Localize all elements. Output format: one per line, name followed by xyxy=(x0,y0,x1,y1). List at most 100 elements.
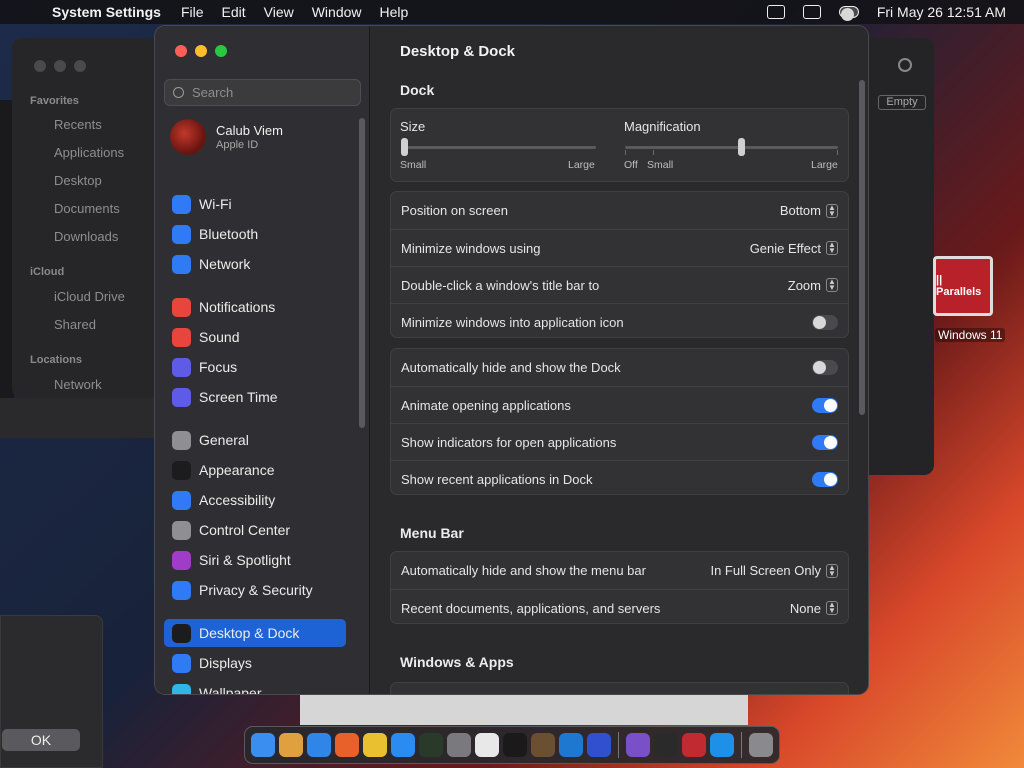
finder-item-documents[interactable]: Documents xyxy=(54,201,120,216)
ok-button[interactable]: OK xyxy=(2,729,80,751)
sidebar-item-label: Screen Time xyxy=(199,389,278,405)
appearance-icon xyxy=(172,460,191,480)
sidebar-item-focus[interactable]: Focus xyxy=(164,353,346,381)
firefox-icon[interactable] xyxy=(335,733,359,757)
setting-popup-button[interactable]: In Full Screen Only ▲ ▼ xyxy=(710,563,838,578)
setting-toggle[interactable] xyxy=(812,471,838,487)
account-name: Calub Viem xyxy=(216,123,283,138)
magnification-slider-track[interactable] xyxy=(625,146,838,149)
sidebar-item-wi-fi[interactable]: Wi-Fi xyxy=(164,190,346,218)
sidebar-item-general[interactable]: General xyxy=(164,426,346,454)
minimize-button[interactable] xyxy=(195,45,207,57)
trash-icon[interactable] xyxy=(749,733,773,757)
zoom-button[interactable] xyxy=(215,45,227,57)
window-switch-icon[interactable] xyxy=(802,5,821,19)
menu-view[interactable]: View xyxy=(264,4,294,20)
setting-popup-button[interactable]: None ▲ ▼ xyxy=(790,601,838,616)
parallels-icon[interactable] xyxy=(682,733,706,757)
menu-app-name[interactable]: System Settings xyxy=(52,4,161,20)
system-settings-icon[interactable] xyxy=(447,733,471,757)
sidebar-item-control-center[interactable]: Control Center xyxy=(164,516,346,544)
sidebar-toggle-icon[interactable] xyxy=(766,5,785,19)
finder-item-recents[interactable]: Recents xyxy=(54,117,102,132)
windows-icon[interactable] xyxy=(710,733,734,757)
app-store-icon[interactable] xyxy=(391,733,415,757)
terminal-like-icon[interactable] xyxy=(419,733,443,757)
size-slider-knob[interactable] xyxy=(401,138,408,156)
textedit-icon[interactable] xyxy=(475,733,499,757)
gear-icon xyxy=(172,430,191,450)
empty-button[interactable]: Empty xyxy=(878,95,926,110)
finder-icon[interactable] xyxy=(251,733,275,757)
sidebar-item-accessibility[interactable]: Accessibility xyxy=(164,486,346,514)
sidebar-item-appearance[interactable]: Appearance xyxy=(164,456,346,484)
size-min-label: Small xyxy=(400,159,427,171)
magnification-slider-knob[interactable] xyxy=(738,138,746,156)
sidebar-item-desktop-dock[interactable]: Desktop & Dock xyxy=(164,619,346,647)
terminal-icon[interactable] xyxy=(503,733,527,757)
blue-square-icon[interactable] xyxy=(587,733,611,757)
vscode-icon[interactable] xyxy=(559,733,583,757)
search-icon[interactable] xyxy=(898,58,912,72)
size-slider-track[interactable] xyxy=(401,146,596,149)
sidebar-item-siri-spotlight[interactable]: Siri & Spotlight xyxy=(164,546,346,574)
avatar xyxy=(170,119,206,155)
parallels-vm-label[interactable]: Windows 11 xyxy=(935,328,1006,342)
setting-popup-button[interactable]: Bottom ▲ ▼ xyxy=(780,203,838,218)
close-button[interactable] xyxy=(175,45,187,57)
finder-item-downloads[interactable]: Downloads xyxy=(54,229,118,244)
sidebar-item-sound[interactable]: Sound xyxy=(164,323,346,351)
setting-toggle[interactable] xyxy=(812,397,838,413)
setting-toggle[interactable] xyxy=(812,314,838,330)
sidebar-item-label: General xyxy=(199,432,249,448)
apple-id-account[interactable]: Calub Viem Apple ID xyxy=(170,119,283,155)
chevron-up-down-icon: ▲ ▼ xyxy=(826,241,838,255)
sidebar-scrollbar[interactable] xyxy=(359,118,365,428)
finder-item-applications[interactable]: Applications xyxy=(54,145,124,160)
menu-help[interactable]: Help xyxy=(380,4,409,20)
sidebar-item-displays[interactable]: Displays xyxy=(164,649,346,677)
sidebar-search[interactable] xyxy=(164,79,361,106)
finder-item-desktop[interactable]: Desktop xyxy=(54,173,102,188)
menu-bar: System Settings File Edit View Window He… xyxy=(0,0,1024,66)
brush-icon[interactable] xyxy=(531,733,555,757)
wifi-icon xyxy=(172,194,191,214)
setting-popup-button[interactable]: Genie Effect ▲ ▼ xyxy=(750,241,838,256)
chevron-up-down-icon: ▲ ▼ xyxy=(826,563,838,578)
magnification-tick xyxy=(653,150,654,155)
popup-value: None xyxy=(789,600,821,616)
siri-icon xyxy=(172,550,191,570)
sidebar-item-screen-time[interactable]: Screen Time xyxy=(164,383,346,411)
control-center-menu-icon[interactable] xyxy=(838,6,859,21)
search-input[interactable] xyxy=(192,85,352,100)
popup-value: In Full Screen Only xyxy=(710,563,821,578)
activity-monitor-icon[interactable] xyxy=(654,733,678,757)
menu-file[interactable]: File xyxy=(181,4,204,20)
launchpad-icon[interactable] xyxy=(279,733,303,757)
sidebar-item-bluetooth[interactable]: Bluetooth xyxy=(164,220,346,248)
finder-item-shared[interactable]: Shared xyxy=(54,317,96,332)
menu-window[interactable]: Window xyxy=(312,4,362,20)
safari-icon[interactable] xyxy=(307,733,331,757)
visual-studio-icon[interactable] xyxy=(626,733,650,757)
sidebar-item-wallpaper[interactable]: Wallpaper xyxy=(164,679,346,694)
setting-row: Automatically hide and show the menu bar… xyxy=(391,552,848,589)
setting-popup-button[interactable]: Zoom ▲ ▼ xyxy=(788,278,838,293)
sidebar-item-network[interactable]: Network xyxy=(164,250,346,278)
finder-item-icloud-drive[interactable]: iCloud Drive xyxy=(54,289,125,304)
chevron-up-down-icon: ▲ ▼ xyxy=(826,278,838,292)
control-center-icon xyxy=(172,520,191,540)
setting-toggle[interactable] xyxy=(812,360,838,375)
setting-toggle[interactable] xyxy=(812,434,838,450)
menu-edit[interactable]: Edit xyxy=(222,4,246,20)
parallels-vm-thumbnail[interactable]: || Parallels xyxy=(933,256,993,316)
sidebar-item-privacy-security[interactable]: Privacy & Security xyxy=(164,576,346,604)
finder-item-network[interactable]: Network xyxy=(54,377,102,392)
dock-separator xyxy=(618,732,619,758)
menu-datetime[interactable]: Fri May 26 12:51 AM xyxy=(877,4,1006,20)
chrome-icon[interactable] xyxy=(363,733,387,757)
dock-behavior-group: Position on screen Bottom ▲ ▼ Minimize windo… xyxy=(390,191,849,338)
content-scrollbar[interactable] xyxy=(859,80,865,415)
popup-value: Genie Effect xyxy=(749,240,821,256)
sidebar-item-notifications[interactable]: Notifications xyxy=(164,293,346,321)
